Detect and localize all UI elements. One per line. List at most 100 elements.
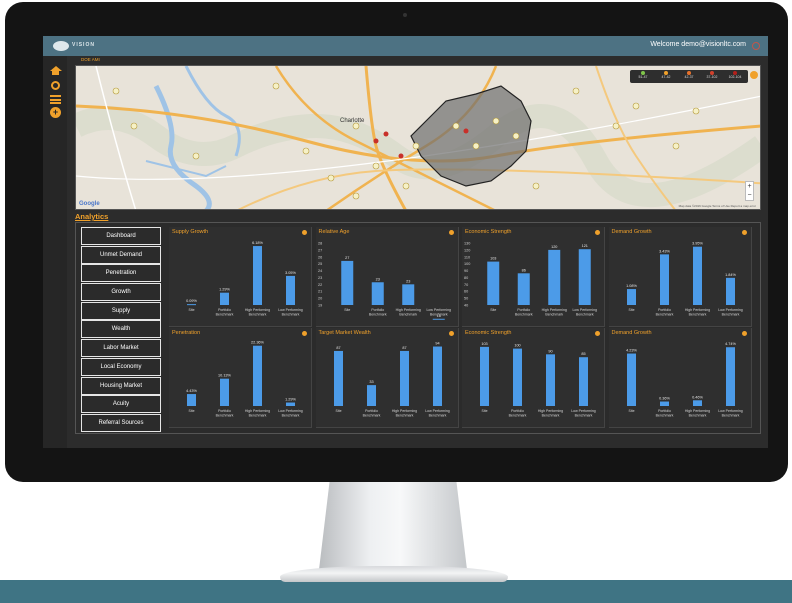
menu-item-penetration[interactable]: Penetration	[81, 264, 161, 283]
x-category-label: Low Performing	[278, 308, 303, 312]
bar[interactable]	[725, 277, 735, 305]
top-bar: VISION Welcome demo@visionltc.com	[43, 36, 768, 56]
menu-item-unmet-demand[interactable]: Unmet Demand	[81, 245, 161, 264]
bar[interactable]	[366, 385, 376, 406]
bar[interactable]	[432, 346, 442, 406]
x-category-label: High Performing	[245, 409, 270, 413]
y-tick-label: 60	[464, 290, 468, 294]
target-icon[interactable]	[50, 81, 61, 90]
map-city-label: Charlotte	[340, 118, 365, 124]
bar[interactable]	[399, 350, 409, 406]
map[interactable]: Charlotte 51-47 47-42 42-37 37-102 102-104 +…	[75, 65, 761, 210]
analytics-panel: Dashboard Unmet Demand Penetration Growth Su…	[75, 222, 761, 434]
bar[interactable]	[333, 350, 343, 406]
left-nav: +	[43, 56, 67, 448]
map-title: DOE AMI	[81, 57, 100, 62]
bar[interactable]	[579, 357, 588, 406]
bar[interactable]	[253, 345, 262, 406]
menu-item-housing-market[interactable]: Housing Market	[81, 376, 161, 395]
bar[interactable]	[626, 353, 636, 406]
menu-item-growth[interactable]: Growth	[81, 283, 161, 302]
camera	[403, 13, 407, 17]
bar[interactable]	[659, 401, 669, 406]
bar-value-label: 33	[369, 380, 373, 384]
x-category-label: High Performing	[542, 308, 567, 312]
bar-value-label: 1.84%	[725, 273, 736, 277]
bar[interactable]	[220, 292, 229, 305]
bar[interactable]	[187, 394, 196, 406]
bar-chart: 1.08%Site3.43%PortfolioBenchmark3.95%Hig…	[626, 242, 743, 317]
bar[interactable]	[371, 282, 384, 305]
legend-item: 37-102	[701, 71, 723, 82]
menu-item-acuity[interactable]: Acuity	[81, 395, 161, 414]
bar[interactable]	[432, 318, 445, 320]
bar[interactable]	[340, 260, 353, 305]
legend-label: 37-102	[706, 75, 718, 79]
y-tick-label: 24	[318, 269, 322, 273]
bar-value-label: 6.18%	[252, 241, 263, 245]
bar[interactable]	[692, 246, 702, 305]
x-category-label: Benchmark	[395, 414, 413, 418]
home-icon[interactable]	[49, 66, 62, 75]
y-tick-label: 22	[318, 283, 322, 287]
x-category-label: Benchmark	[688, 313, 706, 317]
logout-icon[interactable]	[752, 42, 760, 50]
menu-item-referral-sources[interactable]: Referral Sources	[81, 413, 161, 432]
menu-item-dashboard[interactable]: Dashboard	[81, 227, 161, 245]
menu-item-supply[interactable]: Supply	[81, 301, 161, 320]
bar[interactable]	[286, 402, 295, 406]
legend-label: 51-47	[638, 75, 648, 79]
map-zoom-control[interactable]: + −	[745, 181, 754, 201]
bar[interactable]	[253, 246, 262, 305]
x-category-label: Portfolio	[511, 409, 524, 413]
monitor-bezel: VISION Welcome demo@visionltc.com + DOE …	[5, 2, 788, 482]
menu-item-local-economy[interactable]: Local Economy	[81, 357, 161, 376]
bar[interactable]	[692, 400, 702, 406]
bar[interactable]	[626, 289, 636, 305]
bar[interactable]	[401, 284, 414, 305]
bar[interactable]	[513, 348, 522, 406]
bar[interactable]	[725, 347, 735, 406]
bar[interactable]	[659, 254, 669, 305]
y-tick-label: 130	[464, 242, 470, 246]
x-category-label: Benchmark	[428, 414, 446, 418]
vision-logo[interactable]: VISION	[53, 40, 97, 52]
bar[interactable]	[286, 275, 295, 305]
welcome-user: Welcome demo@visionltc.com	[650, 41, 746, 48]
x-category-label: Portfolio	[371, 308, 384, 312]
map-settings-icon[interactable]	[750, 71, 758, 79]
bar-value-label: 22.36%	[251, 341, 265, 345]
analytics-title: Analytics	[75, 212, 109, 221]
x-category-label: Benchmark	[399, 313, 417, 317]
legend-item: 51-47	[632, 71, 654, 82]
bar-value-label: 103	[490, 257, 496, 261]
y-tick-label: 40	[464, 304, 468, 308]
bar[interactable]	[548, 249, 561, 305]
zoom-out-button[interactable]: −	[747, 192, 751, 199]
zoom-in-button[interactable]: +	[747, 183, 751, 190]
x-category-label: Benchmark	[545, 313, 563, 317]
bar-value-label: 4.23%	[626, 349, 637, 353]
bar[interactable]	[578, 249, 591, 305]
bar[interactable]	[487, 261, 500, 305]
map-credit: Map data ©2016 Google Terms of Use Repor…	[678, 204, 756, 208]
bar[interactable]	[517, 273, 530, 305]
y-tick-label: 21	[318, 290, 322, 294]
bar-value-label: 85	[581, 352, 585, 356]
menu-item-labor-market[interactable]: Labor Market	[81, 339, 161, 358]
menu-item-wealth[interactable]: Wealth	[81, 320, 161, 339]
bar-value-label: 1.29%	[285, 398, 296, 402]
bar[interactable]	[546, 354, 555, 406]
legend-item: 102-104	[724, 71, 746, 82]
add-icon[interactable]: +	[50, 107, 61, 118]
x-category-label: Benchmark	[249, 313, 267, 317]
bar-value-label: 4.43%	[186, 389, 197, 393]
bar[interactable]	[220, 378, 229, 406]
bar-value-label: 23	[406, 279, 410, 283]
bar[interactable]	[480, 346, 489, 406]
bar[interactable]	[187, 304, 196, 306]
list-icon[interactable]	[50, 95, 61, 104]
bar-value-label: 90	[548, 349, 552, 353]
bar-value-label: 10.13%	[218, 374, 232, 378]
x-category-label: Portfolio	[218, 308, 231, 312]
